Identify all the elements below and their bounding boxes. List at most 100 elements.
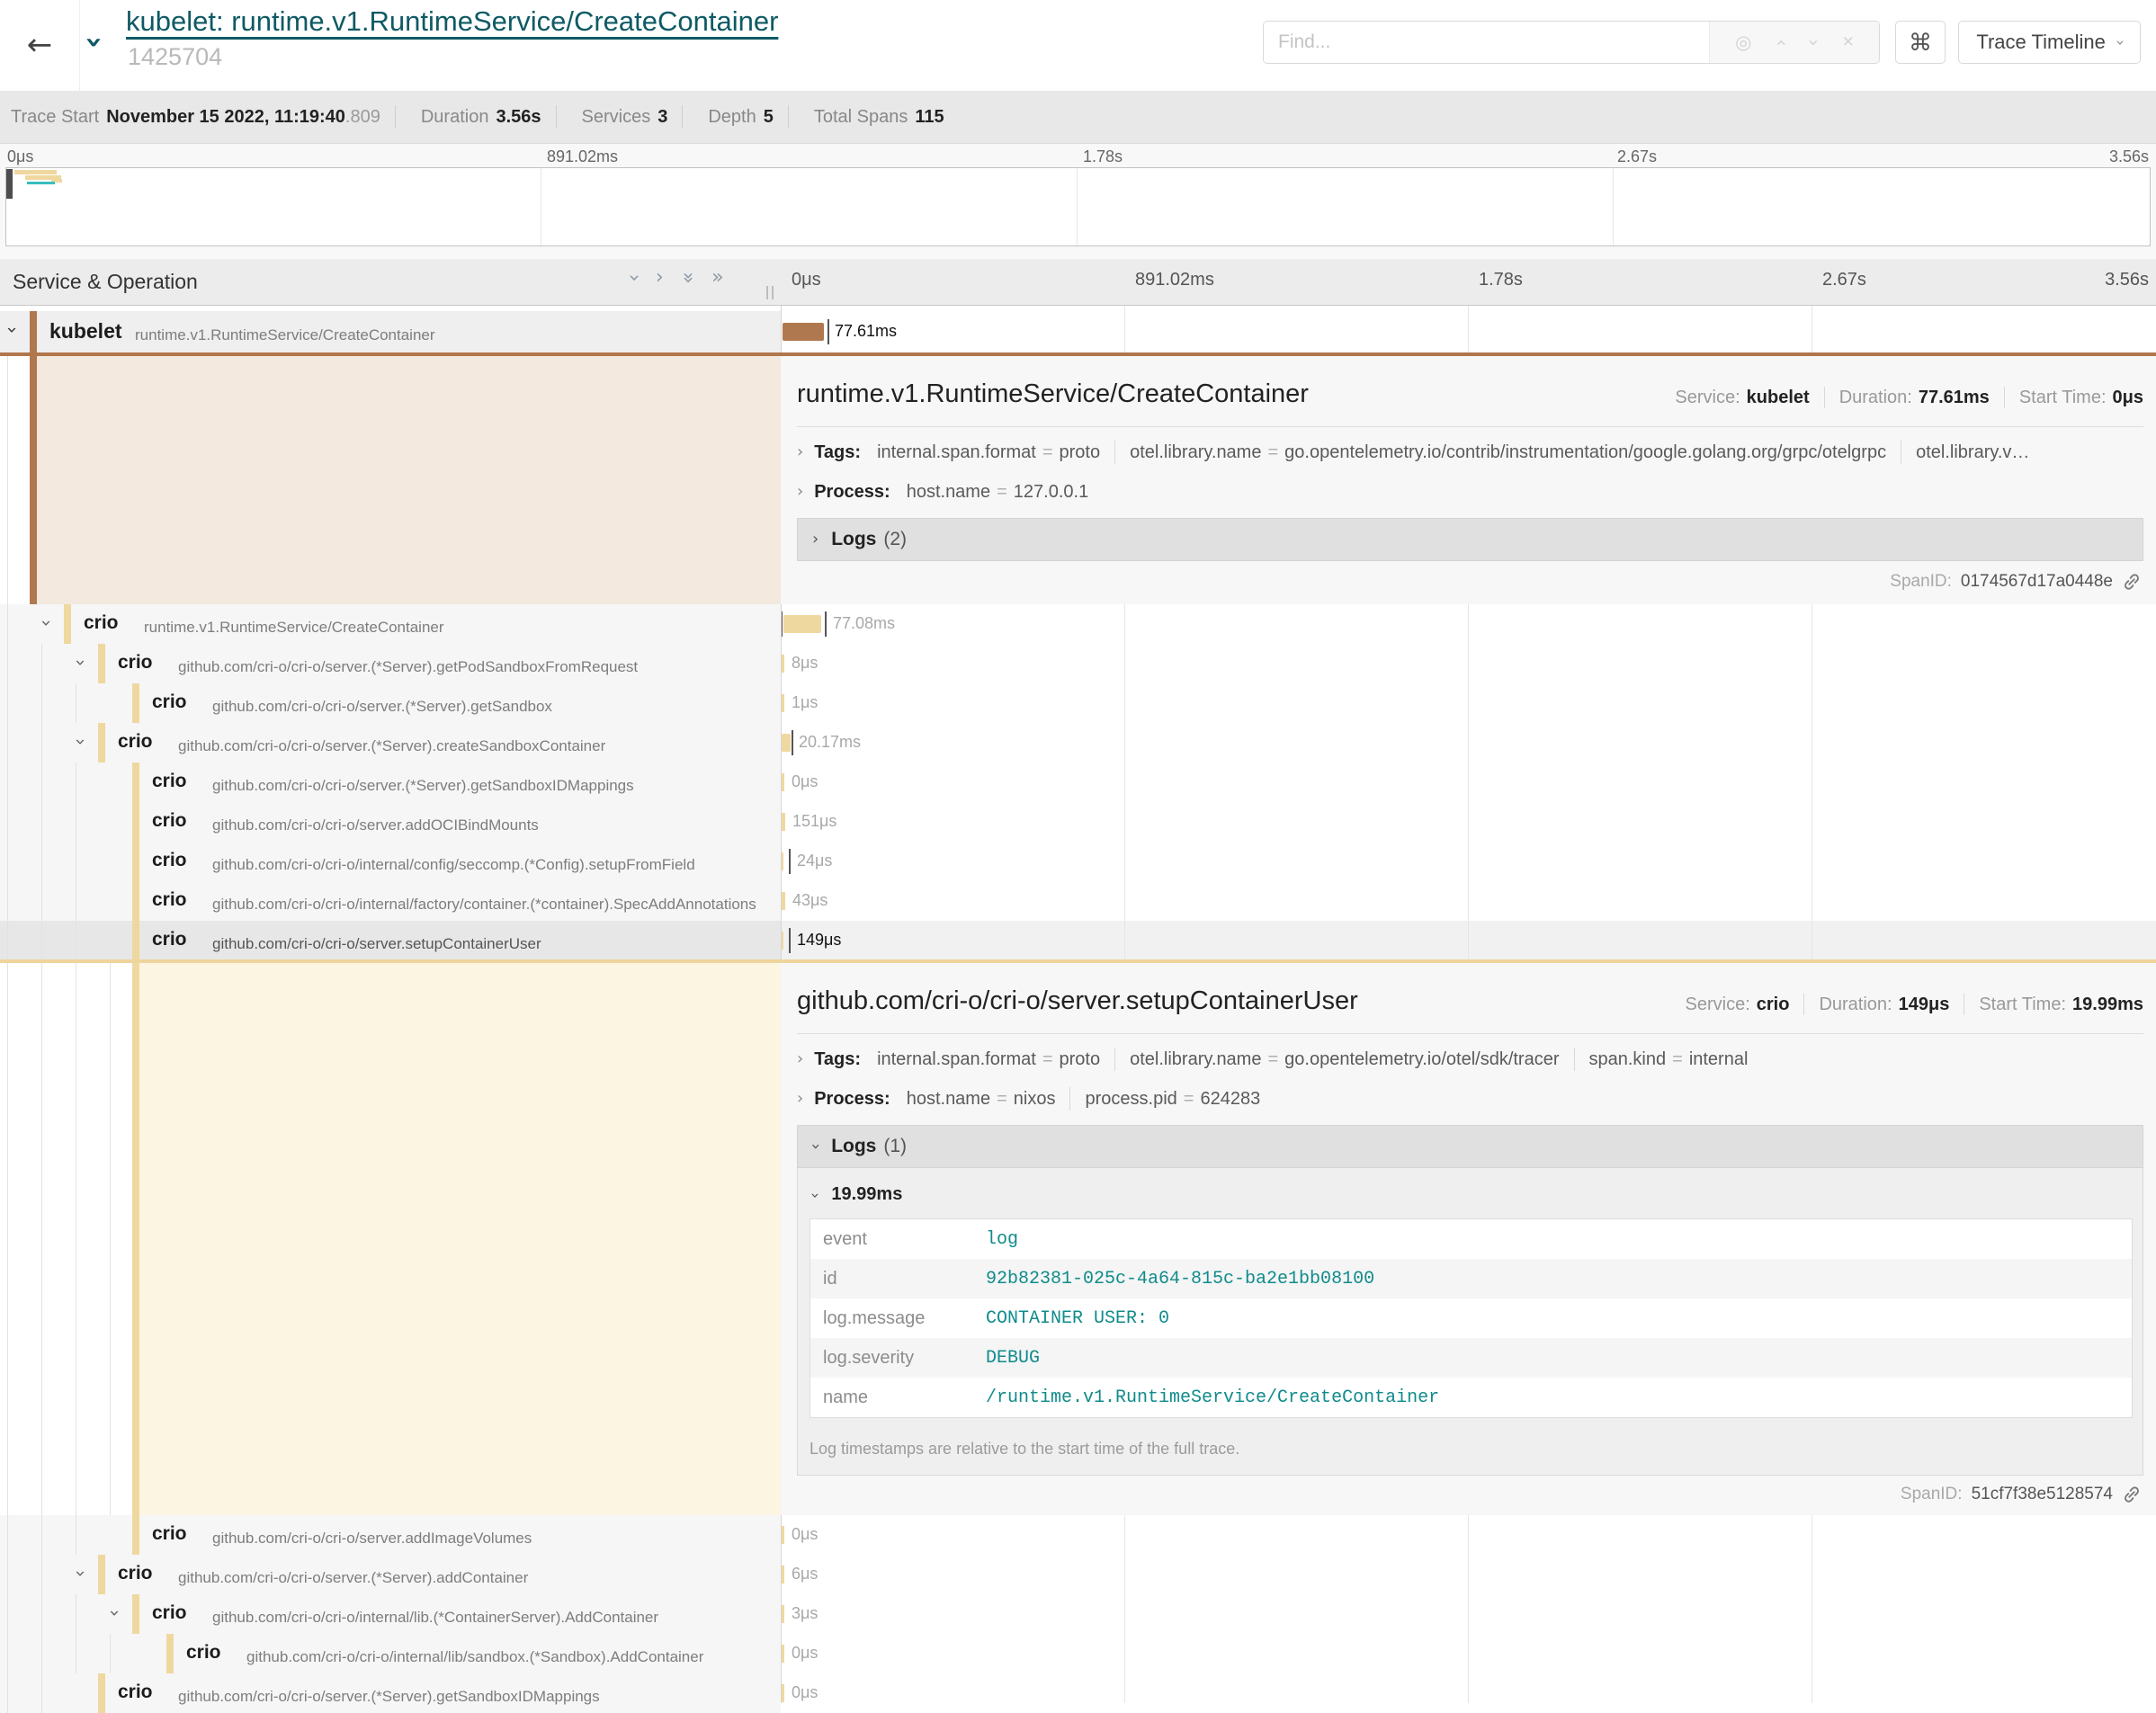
span-row[interactable]: › crio runtime.v1.RuntimeService/CreateC… [0,604,2156,644]
keyboard-shortcuts-button[interactable]: ⌘ [1895,21,1946,64]
spanid-row: SpanID: 0174567d17a0448e [1890,572,2142,592]
span-row[interactable]: crio github.com/cri-o/cri-o/server.(*Ser… [0,683,2156,723]
span-duration-bar[interactable] [782,734,791,752]
tree-controls: › › » » [630,268,765,288]
span-duration-bar[interactable] [782,655,784,673]
collapse-one-icon[interactable]: › [623,274,643,282]
log-field-row: name /runtime.v1.RuntimeService/CreateCo… [810,1378,2132,1417]
logs-toggle[interactable]: › Logs(1) [797,1125,2143,1168]
span-duration-bar[interactable] [782,773,784,791]
log-field-row: log.message CONTAINER USER: 0 [810,1298,2132,1338]
span-duration-label: 149μs [797,931,841,950]
span-duration-bar[interactable] [783,323,824,341]
expanded-span-left-kubelet [0,352,781,604]
span-duration-label: 0μs [792,1644,818,1663]
minimap-drag-handle[interactable] [6,169,13,199]
process-row[interactable]: › Process: host.name=127.0.0.1 [797,473,1088,511]
span-row[interactable]: crio github.com/cri-o/cri-o/internal/fac… [0,881,2156,921]
span-duration-bar[interactable] [782,694,784,712]
find-input[interactable] [1264,22,1709,63]
trace-view-select[interactable]: Trace Timeline › [1958,21,2141,64]
chevron-down-icon: › [808,1143,824,1149]
timeline-minimap[interactable]: 0μs 891.02ms 1.78s 2.67s 3.56s [0,144,2156,259]
span-row[interactable]: crio github.com/cri-o/cri-o/internal/lib… [0,1634,2156,1673]
span-duration-bar[interactable] [782,1566,784,1584]
collapse-all-icon[interactable]: » [677,272,697,283]
span-duration-bar[interactable] [783,615,821,633]
span-duration-label: 8μs [792,654,818,673]
span-operation: github.com/cri-o/cri-o/server.addImageVo… [212,1530,532,1547]
tags-row[interactable]: › Tags: internal.span.format=proto otel.… [797,433,2029,471]
span-operation: runtime.v1.RuntimeService/CreateContaine… [144,619,444,636]
link-icon[interactable] [2122,1485,2142,1504]
collapse-header-icon[interactable]: › [79,36,110,49]
span-duration-bar[interactable] [782,932,783,950]
column-resizer-handle[interactable] [766,286,774,299]
logs-toggle[interactable]: › Logs(2) [797,518,2143,561]
trace-title-link[interactable]: kubelet: runtime.v1.RuntimeService/Creat… [126,5,778,38]
span-row[interactable]: crio github.com/cri-o/cri-o/internal/con… [0,842,2156,881]
span-operation: github.com/cri-o/cri-o/internal/lib/sand… [246,1648,703,1665]
span-duration-label: 43μs [792,891,828,910]
focus-match-icon[interactable]: ◎ [1735,31,1751,54]
span-row[interactable]: › crio github.com/cri-o/cri-o/server.(*S… [0,644,2156,683]
collapse-children-icon[interactable]: › [72,738,90,745]
span-duration-bar[interactable] [782,852,783,870]
span-operation: github.com/cri-o/cri-o/server.(*Server).… [178,658,638,675]
spanid-row: SpanID: 51cf7f38e5128574 [1901,1485,2142,1504]
span-duration-bar[interactable] [782,1684,784,1702]
span-row[interactable]: crio github.com/cri-o/cri-o/server.addOC… [0,802,2156,842]
clear-search-icon[interactable]: × [1843,31,1854,53]
collapse-children-icon[interactable]: › [4,326,22,334]
span-row[interactable]: › crio github.com/cri-o/cri-o/internal/l… [0,1594,2156,1634]
detail-title: github.com/cri-o/cri-o/server.setupConta… [797,986,1358,1016]
span-service: crio [152,929,187,950]
span-operation: github.com/cri-o/cri-o/server.(*Server).… [212,777,634,794]
back-arrow-icon: ← [27,30,53,60]
span-row[interactable]: crio github.com/cri-o/cri-o/server.(*Ser… [0,763,2156,802]
collapse-children-icon[interactable]: › [106,1610,124,1617]
log-note: Log timestamps are relative to the start… [810,1440,1239,1459]
span-row[interactable]: › kubelet runtime.v1.RuntimeService/Crea… [0,311,2156,352]
collapse-children-icon[interactable]: › [72,1570,90,1577]
span-service: crio [152,889,187,911]
collapse-children-icon[interactable]: › [72,659,90,666]
collapse-children-icon[interactable]: › [38,620,56,627]
span-row[interactable]: › crio github.com/cri-o/cri-o/server.(*S… [0,723,2156,763]
span-detail-panel-kubelet: runtime.v1.RuntimeService/CreateContaine… [781,352,2156,604]
span-duration-bar[interactable] [782,1526,784,1544]
next-result-icon[interactable]: › [1804,39,1823,46]
span-service: crio [152,850,187,871]
log-entry-toggle[interactable]: › 19.99ms [811,1184,902,1205]
log-fields-table: event log id 92b82381-025c-4a64-815c-ba2… [810,1218,2133,1418]
span-row-selected[interactable]: crio github.com/cri-o/cri-o/server.setup… [0,921,2156,959]
span-operation: github.com/cri-o/cri-o/server.(*Server).… [178,1688,600,1705]
span-detail-panel-setup: github.com/cri-o/cri-o/server.setupConta… [781,959,2156,1515]
span-operation: github.com/cri-o/cri-o/server.setupConta… [212,935,541,952]
minimap-canvas[interactable] [5,167,2151,246]
span-duration-bar[interactable] [782,1605,784,1623]
process-row[interactable]: › Process: host.name=nixos process.pid=6… [797,1080,1260,1118]
minimap-tick: 1.78s [1083,147,1123,166]
span-duration-bar[interactable] [782,892,785,910]
span-duration-bar[interactable] [782,813,785,831]
span-row[interactable]: crio github.com/cri-o/cri-o/server.(*Ser… [0,1673,2156,1713]
expand-all-icon[interactable]: » [711,268,723,288]
span-service: crio [152,771,187,792]
tags-row[interactable]: › Tags: internal.span.format=proto otel.… [797,1040,1748,1078]
trace-duration: Duration3.56s [410,107,541,128]
span-duration-bar[interactable] [782,1645,784,1663]
prev-result-icon[interactable]: › [1771,39,1790,46]
span-row[interactable]: crio github.com/cri-o/cri-o/server.addIm… [0,1515,2156,1555]
chevron-right-icon: › [797,484,803,500]
minimap-tick: 2.67s [1617,147,1657,166]
trace-services: Services3 [571,107,668,128]
back-button[interactable]: ← [13,22,67,68]
span-row[interactable]: › crio github.com/cri-o/cri-o/server.(*S… [0,1555,2156,1594]
minimap-tick: 0μs [7,147,33,166]
trace-id: 1425704 [128,43,222,71]
link-icon[interactable] [2122,572,2142,592]
span-operation: github.com/cri-o/cri-o/internal/config/s… [212,856,695,873]
expand-one-icon[interactable]: › [656,268,664,288]
span-service: crio [118,1682,153,1703]
